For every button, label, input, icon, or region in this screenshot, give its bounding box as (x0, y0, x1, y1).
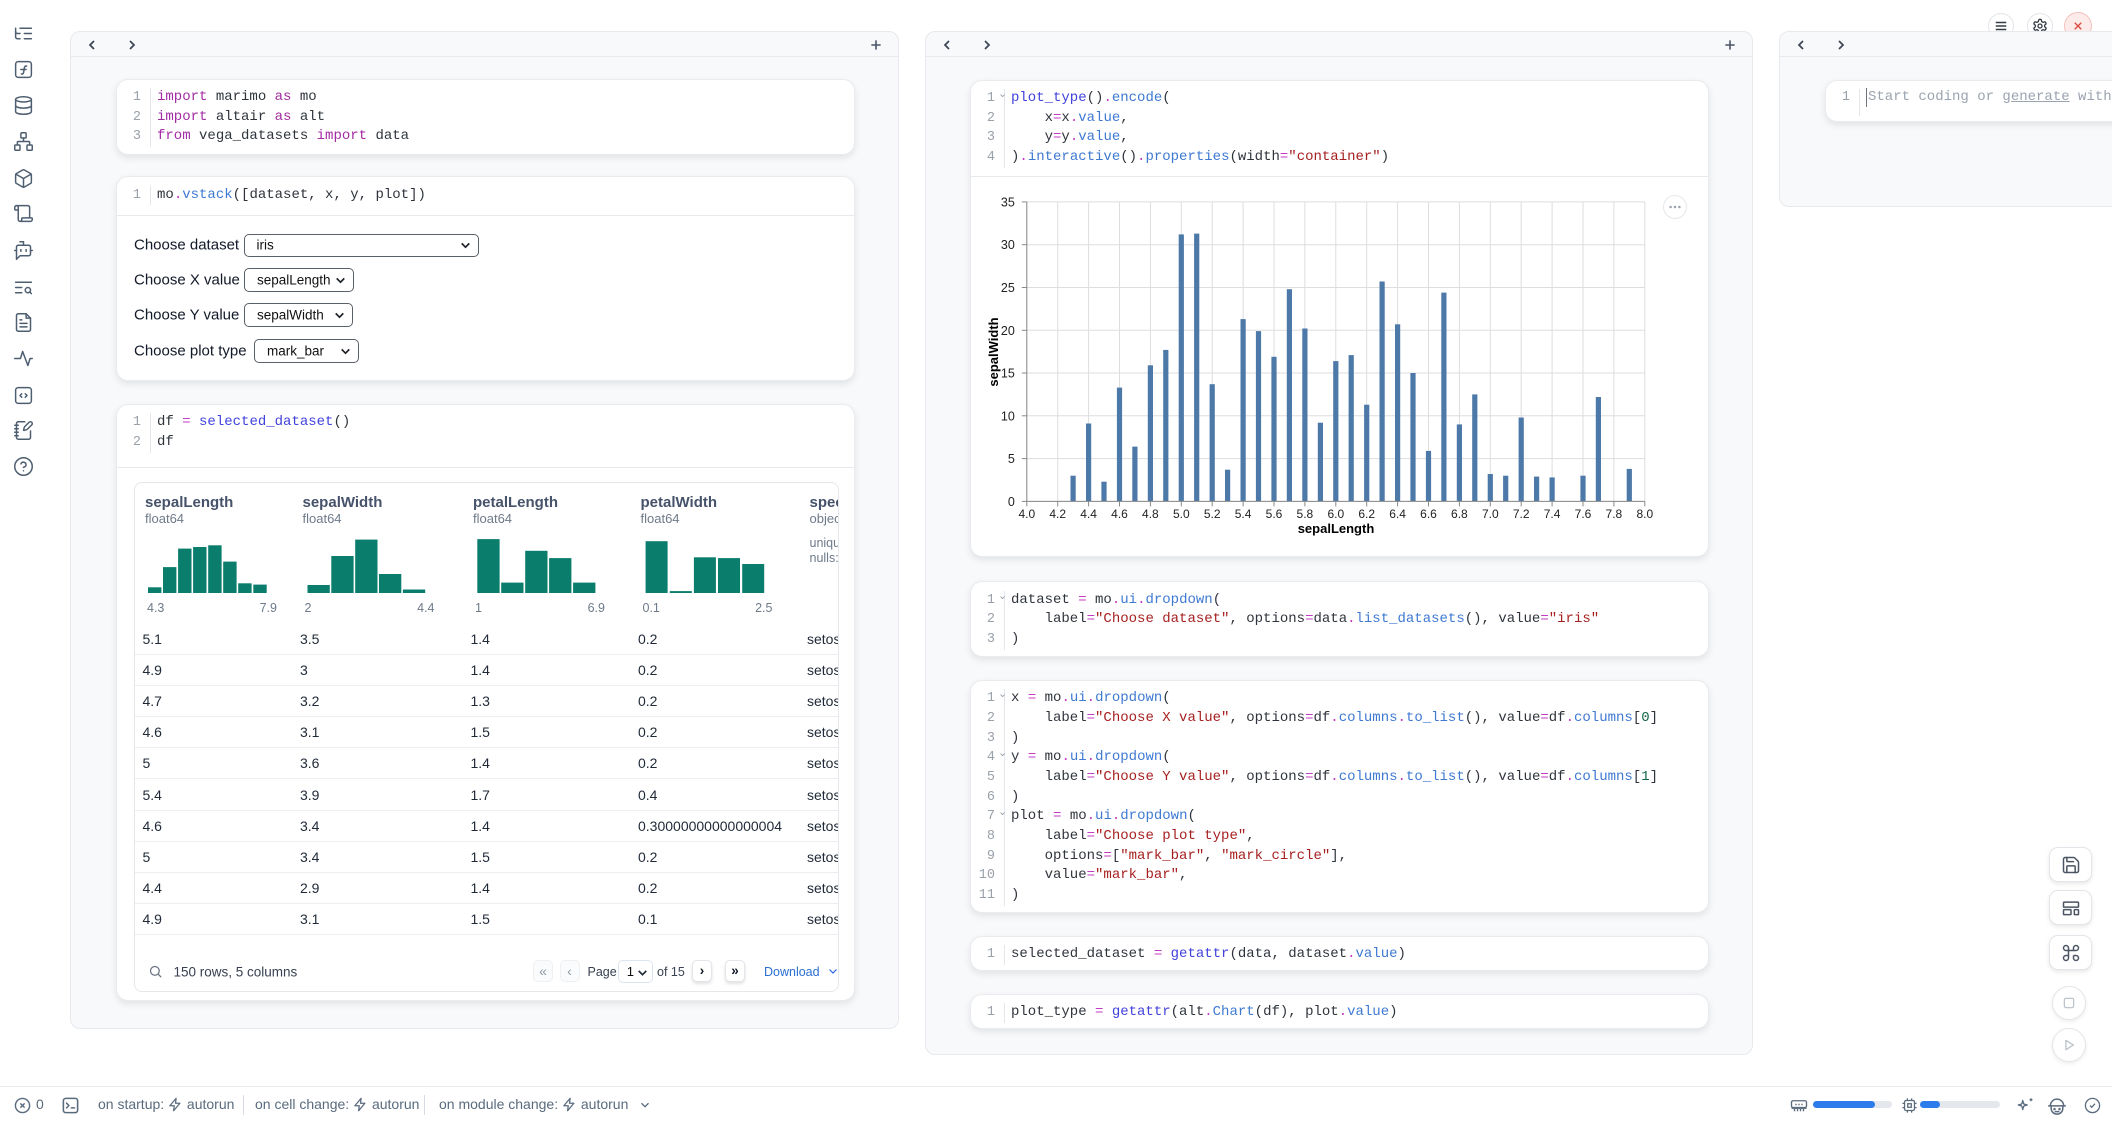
svg-text:6.2: 6.2 (1358, 507, 1375, 521)
svg-text:4.0: 4.0 (1018, 507, 1035, 521)
svg-text:sepalWidth: sepalWidth (986, 318, 1001, 387)
svg-text:8.0: 8.0 (1636, 507, 1653, 521)
svg-text:5.4: 5.4 (1235, 507, 1252, 521)
svg-text:7.8: 7.8 (1606, 507, 1623, 521)
svg-text:7.4: 7.4 (1544, 507, 1561, 521)
svg-text:35: 35 (1001, 196, 1015, 210)
svg-text:7.2: 7.2 (1513, 507, 1530, 521)
svg-text:sepalLength: sepalLength (1298, 521, 1375, 536)
svg-text:15: 15 (1001, 367, 1015, 381)
svg-text:6.4: 6.4 (1389, 507, 1406, 521)
svg-text:6.8: 6.8 (1451, 507, 1468, 521)
svg-text:10: 10 (1001, 410, 1015, 424)
svg-text:30: 30 (1001, 238, 1015, 252)
svg-text:5.0: 5.0 (1173, 507, 1190, 521)
svg-text:25: 25 (1001, 281, 1015, 295)
svg-text:4.6: 4.6 (1111, 507, 1128, 521)
svg-text:7.0: 7.0 (1482, 507, 1499, 521)
svg-text:20: 20 (1001, 324, 1015, 338)
svg-text:7.6: 7.6 (1575, 507, 1592, 521)
svg-text:4.2: 4.2 (1049, 507, 1066, 521)
svg-text:4.8: 4.8 (1142, 507, 1159, 521)
svg-text:6.0: 6.0 (1327, 507, 1344, 521)
svg-text:4.4: 4.4 (1080, 507, 1097, 521)
svg-text:0: 0 (1008, 495, 1015, 509)
svg-text:5.8: 5.8 (1297, 507, 1314, 521)
svg-text:5: 5 (1008, 452, 1015, 466)
svg-text:5.6: 5.6 (1266, 507, 1283, 521)
svg-text:6.6: 6.6 (1420, 507, 1437, 521)
svg-text:5.2: 5.2 (1204, 507, 1221, 521)
